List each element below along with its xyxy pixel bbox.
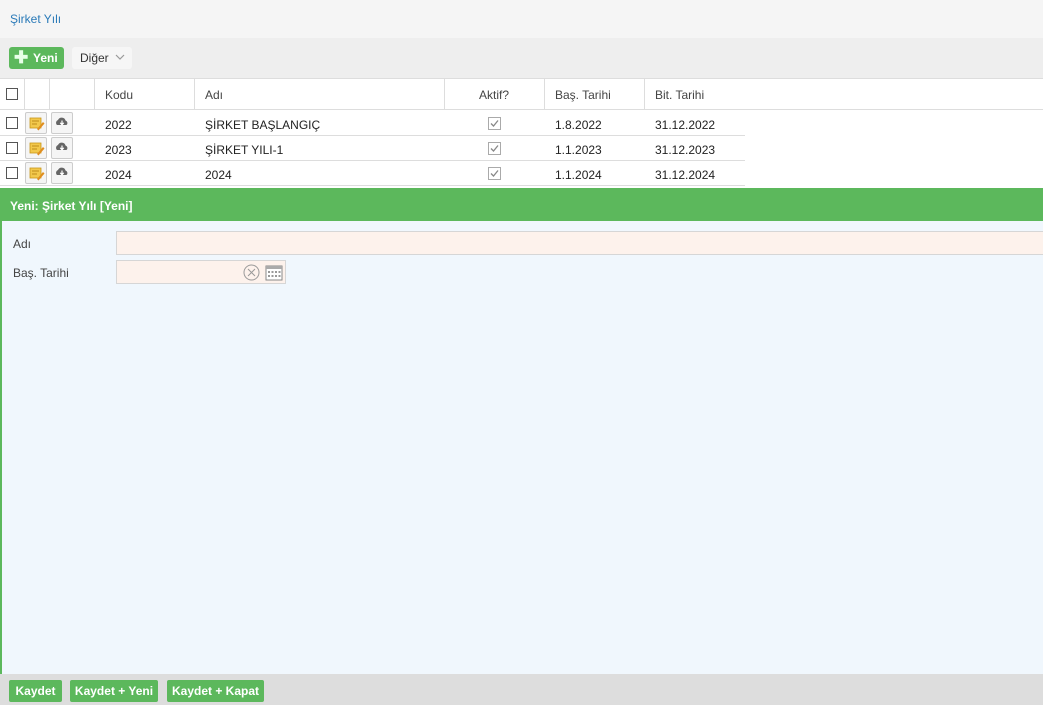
other-dropdown-button[interactable]: Diğer (72, 47, 132, 69)
download-button[interactable] (51, 112, 73, 134)
new-button-label: Yeni (33, 51, 58, 65)
table-row[interactable]: 2022 ŞİRKET BAŞLANGIÇ 1.8.2022 31.12.202… (0, 111, 745, 136)
breadcrumb[interactable]: Şirket Yılı (10, 12, 61, 26)
edit-note-icon (29, 167, 45, 181)
download-button[interactable] (51, 162, 73, 184)
row-start-date: 1.8.2022 (555, 118, 602, 132)
new-button[interactable]: ✚ Yeni (9, 47, 64, 69)
cloud-download-icon (56, 167, 68, 176)
header-download-cell (50, 79, 95, 110)
start-date-field[interactable] (116, 260, 286, 284)
table-row[interactable]: 2024 2024 1.1.2024 31.12.2024 (0, 161, 745, 186)
header-edit-cell (25, 79, 50, 110)
row-name: 2024 (205, 168, 232, 182)
row-end-date: 31.12.2024 (655, 168, 716, 182)
header-start-label: Baş. Tarihi (555, 88, 611, 102)
clear-icon[interactable] (243, 264, 260, 281)
row-code: 2022 (105, 118, 132, 132)
row-start-date: 1.1.2024 (555, 168, 602, 182)
active-checkbox (488, 142, 501, 155)
check-icon (490, 120, 499, 127)
edit-note-icon (29, 142, 45, 156)
row-code: 2023 (105, 143, 132, 157)
header-code-label: Kodu (105, 88, 134, 102)
save-button[interactable]: Kaydet (9, 680, 62, 702)
download-button[interactable] (51, 137, 73, 159)
row-code: 2024 (105, 168, 132, 182)
breadcrumb-bar: Şirket Yılı (0, 0, 1043, 38)
check-icon (490, 145, 499, 152)
row-checkbox[interactable] (6, 167, 18, 179)
toolbar: ✚ Yeni Diğer (0, 38, 1043, 78)
save-new-button-label: Kaydet + Yeni (74, 684, 154, 698)
header-end-date[interactable]: Bit. Tarihi (645, 79, 745, 110)
cloud-download-icon (56, 117, 68, 126)
name-field[interactable] (116, 231, 1043, 255)
header-name[interactable]: Adı (195, 79, 445, 110)
header-active[interactable]: Aktif? (445, 79, 545, 110)
form-title: Yeni: Şirket Yılı [Yeni] (10, 199, 133, 213)
select-all-checkbox[interactable] (6, 88, 18, 100)
row-start-date: 1.1.2023 (555, 143, 602, 157)
chevron-down-icon (115, 54, 125, 60)
plus-icon: ✚ (14, 48, 29, 67)
header-active-label: Aktif? (479, 88, 510, 102)
check-icon (490, 170, 499, 177)
header-name-label: Adı (205, 88, 224, 102)
row-name: ŞİRKET YILI-1 (205, 143, 284, 157)
row-name: ŞİRKET BAŞLANGIÇ (205, 118, 321, 132)
edit-button[interactable] (25, 112, 47, 134)
edit-button[interactable] (25, 137, 47, 159)
edit-note-icon (29, 117, 45, 131)
row-end-date: 31.12.2023 (655, 143, 716, 157)
calendar-icon[interactable] (265, 264, 283, 281)
form-footer: Kaydet Kaydet + Yeni Kaydet + Kapat (0, 674, 1043, 705)
form-panel-body: Adı Baş. Tarihi (0, 221, 1043, 674)
header-end-label: Bit. Tarihi (655, 88, 705, 102)
form-panel-header: Yeni: Şirket Yılı [Yeni] (0, 188, 1043, 221)
cloud-download-icon (56, 142, 68, 151)
name-field-label: Adı (13, 237, 32, 251)
save-close-button-label: Kaydet + Kapat (171, 684, 260, 698)
active-checkbox (488, 117, 501, 130)
active-checkbox (488, 167, 501, 180)
save-button-label: Kaydet (15, 684, 56, 698)
row-end-date: 31.12.2022 (655, 118, 716, 132)
save-new-button[interactable]: Kaydet + Yeni (70, 680, 158, 702)
table-row[interactable]: 2023 ŞİRKET YILI-1 1.1.2023 31.12.2023 (0, 136, 745, 161)
grid-header: Kodu Adı Aktif? Baş. Tarihi Bit. Tarihi (0, 78, 1043, 110)
edit-button[interactable] (25, 162, 47, 184)
other-button-label: Diğer (80, 51, 109, 65)
row-checkbox[interactable] (6, 117, 18, 129)
save-close-button[interactable]: Kaydet + Kapat (167, 680, 264, 702)
header-code[interactable]: Kodu (95, 79, 195, 110)
header-start-date[interactable]: Baş. Tarihi (545, 79, 645, 110)
row-checkbox[interactable] (6, 142, 18, 154)
start-date-field-label: Baş. Tarihi (13, 266, 69, 280)
header-select-all-cell (0, 79, 25, 110)
